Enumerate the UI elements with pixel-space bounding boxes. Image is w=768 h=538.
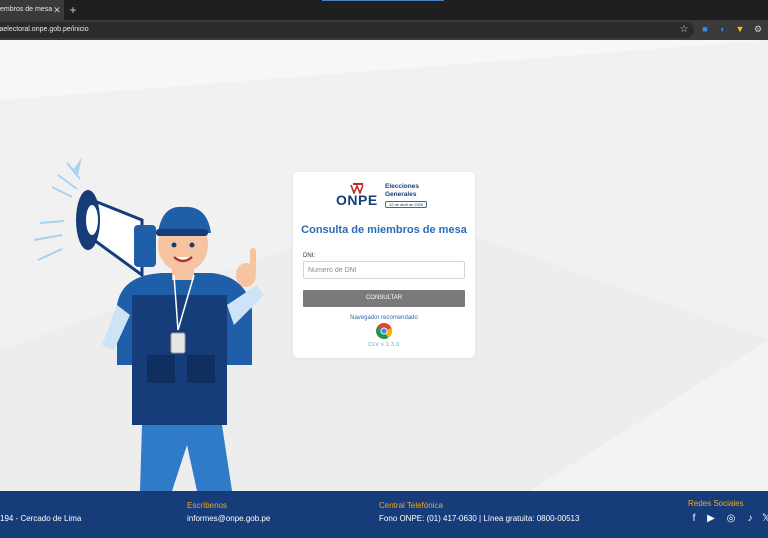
consulta-card: ONPE Elecciones Generales 12 de abril de… xyxy=(293,172,475,358)
megaphone-character-illustration xyxy=(33,153,264,491)
footer: 194 - Cercado de Lima Escríbenos informe… xyxy=(0,491,768,538)
onpe-logo: ONPE Elecciones Generales 12 de abril de… xyxy=(336,180,436,212)
page-body: ONPE Elecciones Generales 12 de abril de… xyxy=(0,40,768,491)
footer-email-link[interactable]: informes@onpe.gob.pe xyxy=(187,514,270,523)
close-icon[interactable]: ✕ xyxy=(52,5,62,15)
address-bar: ltaelectoral.onpe.gob.pe/inicio ☆ xyxy=(0,20,768,40)
logo-line-1: Elecciones xyxy=(385,183,419,190)
url-field[interactable]: ltaelectoral.onpe.gob.pe/inicio ☆ xyxy=(0,22,694,38)
footer-phone-heading: Central Telefónica xyxy=(379,501,443,510)
bookmark-star-icon[interactable]: ☆ xyxy=(678,23,690,37)
tab-title: embros de mesa xyxy=(0,6,53,13)
tiktok-icon[interactable]: ♪ xyxy=(744,512,756,526)
logo-line-2: Generales xyxy=(385,191,417,198)
footer-phone-text: Fono ONPE: (01) 417-0630 | Línea gratuit… xyxy=(379,514,580,523)
footer-social-heading: Redes Sociales xyxy=(688,499,744,508)
dni-input[interactable] xyxy=(303,261,465,279)
extension-icon[interactable]: ▼ xyxy=(734,22,746,36)
logo-date-badge: 12 de abril de 2026 xyxy=(385,201,428,208)
x-icon[interactable]: 𝕏 xyxy=(760,512,768,526)
youtube-icon[interactable]: ▶ xyxy=(705,512,717,526)
logo-onpe-text: ONPE xyxy=(336,192,378,208)
url-text: ltaelectoral.onpe.gob.pe/inicio xyxy=(0,26,89,33)
new-tab-button[interactable]: + xyxy=(67,3,79,17)
chrome-icon xyxy=(376,323,392,339)
page-title: Consulta de miembros de mesa xyxy=(301,224,467,236)
tab-accent-line xyxy=(322,0,444,1)
dni-label: DNI: xyxy=(303,253,315,259)
recommended-browser-label: Navegador recomendado xyxy=(350,315,418,321)
footer-address: 194 - Cercado de Lima xyxy=(0,514,82,523)
logo-elecciones-text: Elecciones Generales xyxy=(385,183,419,199)
extension-icon[interactable]: ◖ xyxy=(716,22,728,36)
instagram-icon[interactable]: ◎ xyxy=(725,512,737,526)
browser-tab[interactable]: embros de mesa ✕ xyxy=(0,0,64,20)
browser-tab-bar: embros de mesa ✕ + xyxy=(0,0,768,20)
version-label: CLV v 1.3.0 xyxy=(368,342,400,348)
facebook-icon[interactable]: f xyxy=(688,512,700,526)
consultar-button[interactable]: CONSULTAR xyxy=(303,290,465,307)
extension-icon[interactable]: ■ xyxy=(699,22,711,36)
footer-write-heading: Escríbenos xyxy=(187,501,228,510)
extension-icon[interactable]: ⚙ xyxy=(752,22,764,36)
